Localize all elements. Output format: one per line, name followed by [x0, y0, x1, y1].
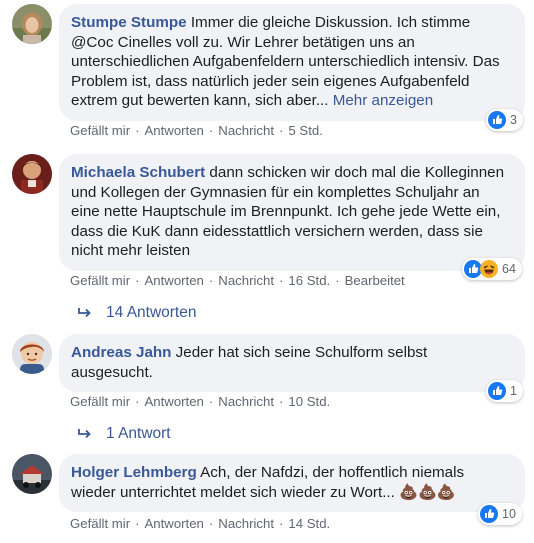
- comment-bubble: Andreas Jahn Jeder hat sich seine Schulf…: [59, 334, 525, 392]
- reaction-summary[interactable]: 3: [486, 109, 523, 131]
- comment-author[interactable]: Andreas Jahn: [71, 344, 171, 361]
- message-link[interactable]: Nachricht: [218, 516, 274, 531]
- comment-author[interactable]: Michaela Schubert: [71, 164, 205, 181]
- like-link[interactable]: Gefällt mir: [70, 123, 130, 138]
- reply-arrow-icon: [78, 428, 92, 440]
- comment-author[interactable]: Stumpe Stumpe: [71, 14, 187, 31]
- replies-count[interactable]: 1 Antwort: [106, 425, 171, 443]
- separator: ·: [135, 516, 140, 531]
- view-replies-link[interactable]: 14 Antworten: [78, 304, 196, 322]
- avatar[interactable]: [12, 4, 52, 44]
- timestamp[interactable]: 14 Std.: [288, 516, 330, 531]
- view-replies-link[interactable]: 1 Antwort: [78, 425, 171, 443]
- separator: ·: [279, 516, 284, 531]
- avatar-image: [12, 334, 52, 374]
- avatar[interactable]: [12, 334, 52, 374]
- message-link[interactable]: Nachricht: [218, 394, 274, 409]
- like-link[interactable]: Gefällt mir: [70, 273, 130, 288]
- comment-actions: Gefällt mir · Antworten · Nachricht · 16 Std. ·…: [70, 273, 405, 288]
- separator: ·: [135, 273, 140, 288]
- reply-link[interactable]: Antworten: [145, 273, 204, 288]
- avatar-image: [12, 4, 52, 44]
- reaction-count: 1: [510, 384, 517, 398]
- separator: ·: [208, 394, 214, 409]
- reply-arrow-icon: [78, 307, 92, 319]
- show-more-link[interactable]: Mehr anzeigen: [333, 92, 433, 109]
- separator: ·: [279, 394, 284, 409]
- avatar-image: [12, 154, 52, 194]
- like-reaction-icon: [488, 382, 506, 400]
- reaction-summary[interactable]: 64: [462, 258, 522, 280]
- reaction-count: 3: [510, 113, 517, 127]
- reply-link[interactable]: Antworten: [145, 123, 204, 138]
- edited-label: Bearbeitet: [344, 273, 405, 288]
- avatar-image: [12, 454, 52, 494]
- poop-emoji-icon: 💩💩💩: [399, 483, 456, 501]
- avatar[interactable]: [12, 154, 52, 194]
- avatar[interactable]: [12, 454, 52, 494]
- separator: ·: [335, 273, 340, 288]
- comment-actions: Gefällt mir · Antworten · Nachricht · 10 Std.: [70, 394, 330, 409]
- like-link[interactable]: Gefällt mir: [70, 516, 130, 531]
- reaction-count: 64: [502, 262, 516, 276]
- separator: ·: [208, 516, 214, 531]
- reaction-summary[interactable]: 10: [478, 503, 522, 525]
- comment-actions: Gefällt mir · Antworten · Nachricht · 14 Std.: [70, 516, 330, 531]
- reply-link[interactable]: Antworten: [145, 516, 204, 531]
- separator: ·: [208, 123, 214, 138]
- comment-author[interactable]: Holger Lehmberg: [71, 464, 197, 481]
- comment-bubble: Michaela Schubert dann schicken wir doch…: [59, 154, 525, 271]
- comment-bubble: Holger Lehmberg Ach, der Nafdzi, der hof…: [59, 454, 525, 512]
- separator: ·: [208, 273, 214, 288]
- comment-bubble: Stumpe Stumpe Immer die gleiche Diskussi…: [59, 4, 525, 121]
- separator: ·: [135, 394, 140, 409]
- message-link[interactable]: Nachricht: [218, 273, 274, 288]
- comment-actions: Gefällt mir · Antworten · Nachricht · 5 Std.: [70, 123, 323, 138]
- reaction-summary[interactable]: 1: [486, 380, 523, 402]
- message-link[interactable]: Nachricht: [218, 123, 274, 138]
- replies-count[interactable]: 14 Antworten: [106, 304, 196, 322]
- separator: ·: [279, 273, 284, 288]
- separator: ·: [279, 123, 284, 138]
- reply-link[interactable]: Antworten: [145, 394, 204, 409]
- timestamp[interactable]: 10 Std.: [288, 394, 330, 409]
- like-link[interactable]: Gefällt mir: [70, 394, 130, 409]
- timestamp[interactable]: 5 Std.: [288, 123, 322, 138]
- like-reaction-icon: [480, 505, 498, 523]
- haha-reaction-icon: [480, 260, 498, 278]
- reaction-count: 10: [502, 507, 516, 521]
- like-reaction-icon: [488, 111, 506, 129]
- separator: ·: [135, 123, 140, 138]
- timestamp[interactable]: 16 Std.: [288, 273, 330, 288]
